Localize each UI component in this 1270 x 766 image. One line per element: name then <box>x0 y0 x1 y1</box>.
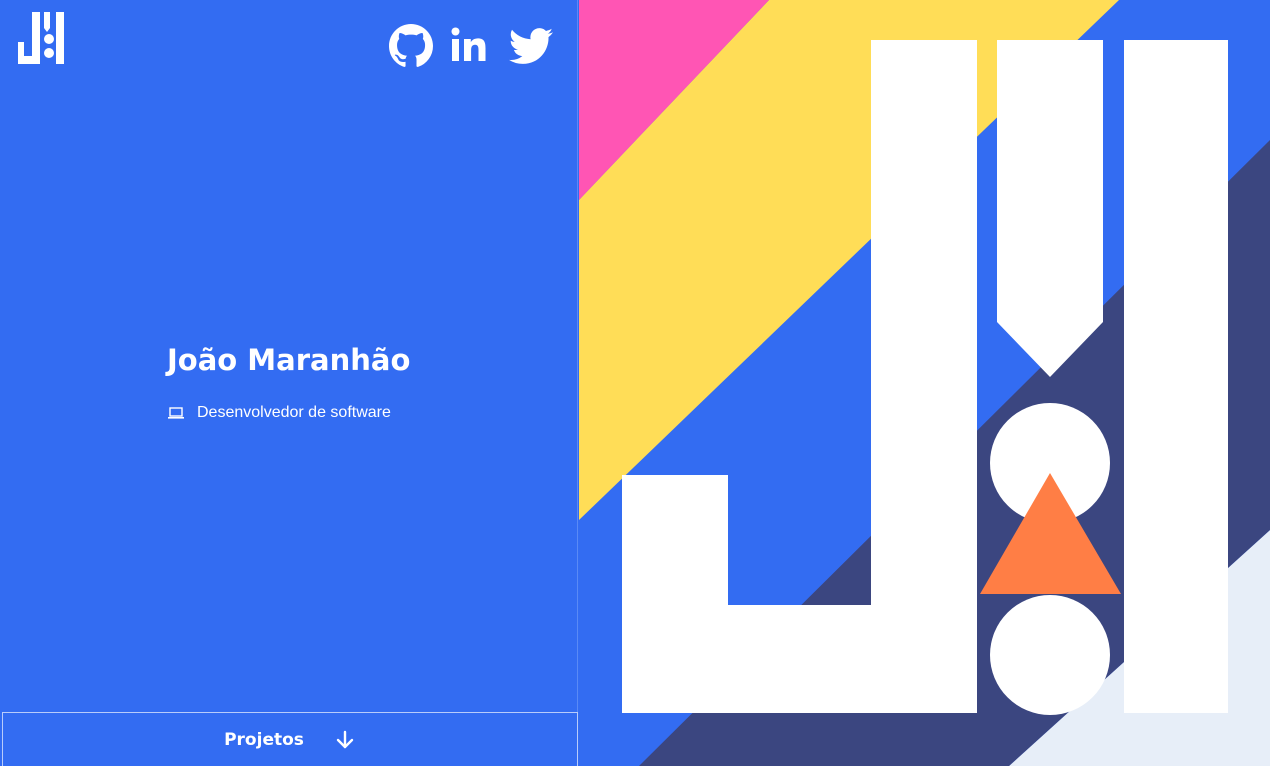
hero-logo-art <box>579 0 1270 766</box>
linkedin-link[interactable] <box>449 24 493 68</box>
projects-label: Projetos <box>224 729 304 750</box>
linkedin-icon <box>451 27 486 61</box>
profile-role: Desenvolvedor de software <box>167 404 410 422</box>
social-links <box>389 24 553 68</box>
laptop-icon <box>168 407 184 419</box>
github-link[interactable] <box>389 24 433 68</box>
profile-name: João Maranhão <box>167 343 411 377</box>
profile-info: João Maranhão Desenvolvedor de software <box>167 342 410 422</box>
profile-role-label: Desenvolvedor de software <box>197 404 391 421</box>
github-icon <box>389 24 433 67</box>
page: João Maranhão Desenvolvedor de software … <box>0 0 1270 766</box>
twitter-link[interactable] <box>509 24 553 68</box>
twitter-icon <box>509 28 553 64</box>
jm-logo-icon[interactable] <box>18 12 70 64</box>
projects-button[interactable]: Projetos <box>2 712 578 766</box>
hero-artwork <box>579 0 1270 766</box>
arrow-down-icon <box>336 730 354 748</box>
profile-panel: João Maranhão Desenvolvedor de software … <box>0 0 578 766</box>
